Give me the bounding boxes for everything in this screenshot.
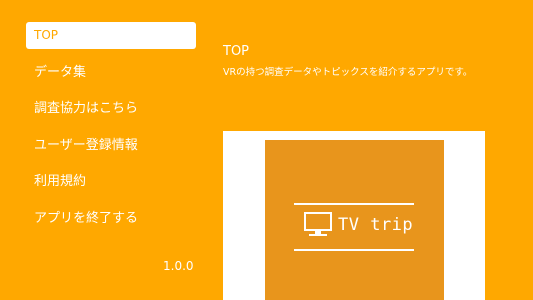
divider-top [294, 203, 414, 205]
menu-item-top[interactable]: TOP [26, 22, 196, 49]
menu-item-exit-app[interactable]: アプリを終了する [26, 205, 196, 232]
app-version: 1.0.0 [163, 259, 194, 273]
tv-icon [304, 212, 332, 242]
app-preview-panel: TV trip [223, 131, 485, 300]
divider-bottom [294, 249, 414, 251]
menu-item-survey-cooperation[interactable]: 調査協力はこちら [26, 95, 196, 122]
app-logo-tile: TV trip [265, 140, 444, 300]
page-title: TOP [223, 44, 250, 59]
menu-item-user-registration[interactable]: ユーザー登録情報 [26, 132, 196, 159]
side-menu: TOP データ集 調査協力はこちら ユーザー登録情報 利用規約 アプリを終了する [26, 22, 196, 241]
page-description: VRの持つ調査データやトピックスを紹介するアプリです。 [223, 67, 473, 78]
menu-item-data-collection[interactable]: データ集 [26, 59, 196, 86]
menu-item-terms-of-use[interactable]: 利用規約 [26, 168, 196, 195]
app-logo-text: TV trip [338, 215, 414, 235]
